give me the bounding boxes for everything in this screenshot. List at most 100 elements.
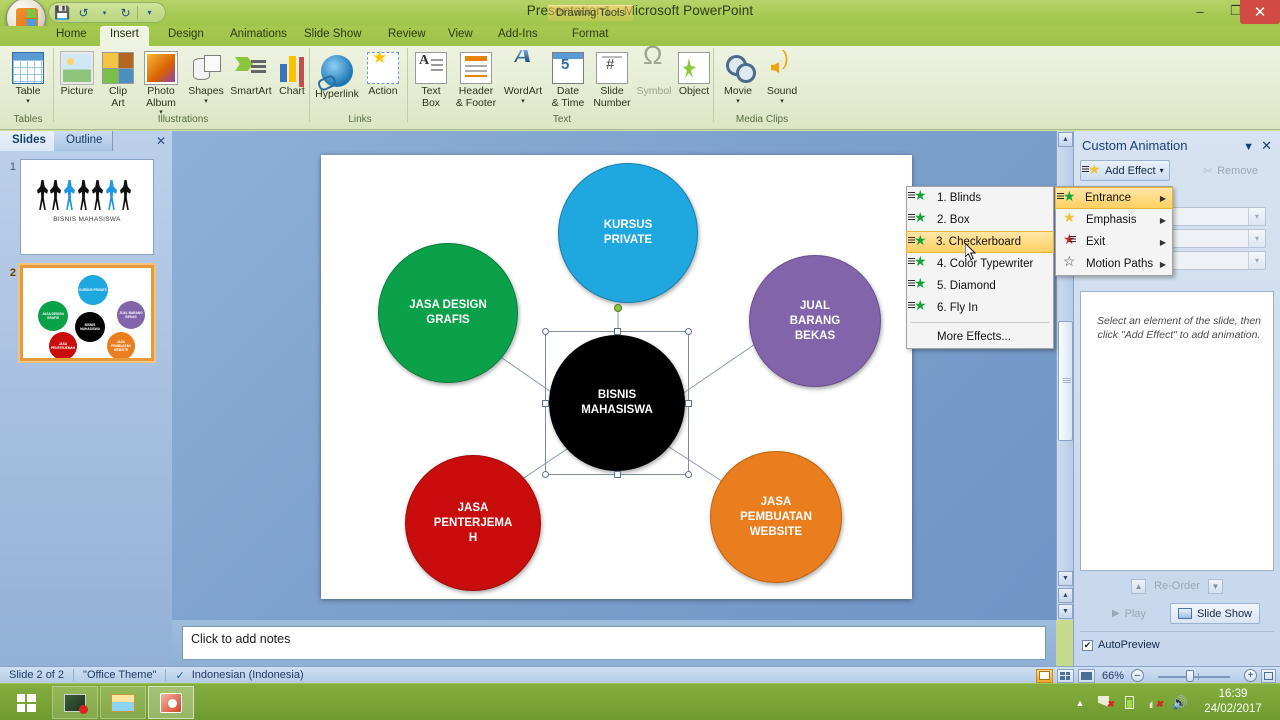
next-slide-icon[interactable]: ▼ — [1058, 604, 1073, 619]
effect-item-diamond[interactable]: 5. Diamond — [907, 275, 1053, 297]
volume-muted-icon[interactable]: ✖ — [1147, 695, 1163, 710]
slide-show-button[interactable]: Slide Show — [1170, 603, 1260, 624]
object-button[interactable]: Object — [674, 48, 714, 98]
resize-handle-w[interactable] — [542, 400, 549, 407]
slide-number-button[interactable]: Slide Number — [590, 48, 634, 109]
resize-handle-e[interactable] — [685, 400, 692, 407]
add-effect-button[interactable]: Add Effect ▾ — [1080, 160, 1170, 181]
close-button[interactable]: ✕ — [1240, 0, 1280, 24]
slide-sorter-view-button[interactable] — [1056, 668, 1074, 683]
play-button[interactable]: ▶ Play — [1096, 603, 1162, 624]
animation-property-combo[interactable]: ▾ — [1162, 229, 1266, 248]
node-jual-barang-bekas[interactable]: JUAL BARANG BEKAS — [749, 255, 881, 387]
resize-handle-n[interactable] — [614, 328, 621, 335]
movie-button[interactable]: Movie ▾ — [716, 48, 760, 105]
wordart-button[interactable]: WordArt ▾ — [500, 48, 546, 105]
minimize-button[interactable]: – — [1182, 0, 1218, 22]
picture-button[interactable]: Picture — [56, 48, 98, 98]
zoom-knob[interactable] — [1186, 669, 1194, 682]
shapes-button[interactable]: Shapes ▾ — [184, 48, 228, 105]
slide-thumb-image-2[interactable]: KURSUS PRIVATE JASA DESIGN GRAFIS JUAL B… — [20, 265, 154, 361]
movie-dropdown-icon[interactable]: ▾ — [736, 98, 740, 105]
animation-list[interactable]: Select an element of the slide, then cli… — [1080, 291, 1274, 571]
zoom-slider[interactable] — [1148, 669, 1240, 683]
clip-art-button[interactable]: Clip Art — [98, 48, 138, 109]
slide-thumb-image-1[interactable]: BISNIS MAHASISWA — [20, 159, 154, 255]
show-hidden-icon[interactable]: ▲ — [1072, 695, 1088, 710]
pane-dropdown-icon[interactable]: ▼ — [1243, 141, 1254, 153]
start-button[interactable] — [4, 687, 48, 718]
action-button[interactable]: Action — [362, 48, 404, 98]
wordart-dropdown-icon[interactable]: ▾ — [521, 98, 525, 105]
resize-handle-se[interactable] — [685, 471, 692, 478]
photo-album-button[interactable]: Photo Album ▾ — [138, 48, 184, 116]
node-jasa-penterjemah[interactable]: JASA PENTERJEMA H — [405, 455, 541, 591]
effect-item-fly-in[interactable]: 6. Fly In — [907, 297, 1053, 319]
taskbar-file-explorer[interactable] — [100, 686, 146, 719]
table-dropdown-icon[interactable]: ▾ — [26, 98, 30, 105]
taskbar-screen-recorder[interactable] — [52, 686, 98, 719]
sound-button[interactable]: Sound ▾ — [760, 48, 804, 105]
chevron-down-icon[interactable]: ▾ — [1248, 252, 1265, 269]
language-status[interactable]: ✓ Indonesian (Indonesia) — [166, 669, 312, 682]
previous-slide-icon[interactable]: ▲ — [1058, 588, 1073, 603]
hyperlink-button[interactable]: Hyperlink — [312, 48, 362, 101]
tab-slides[interactable]: Slides — [0, 131, 57, 151]
header-footer-button[interactable]: Header & Footer — [452, 48, 500, 109]
effect-item-checkerboard[interactable]: 3. Checkerboard — [906, 231, 1054, 253]
date-time-button[interactable]: Date & Time — [546, 48, 590, 109]
sound-dropdown-icon[interactable]: ▾ — [780, 98, 784, 105]
rotate-handle[interactable] — [614, 304, 622, 312]
pane-close-icon[interactable]: ✕ — [1261, 138, 1272, 154]
tab-insert[interactable]: Insert — [100, 26, 149, 46]
fit-to-window-icon[interactable] — [1261, 668, 1276, 683]
animation-start-combo[interactable]: ▾ — [1162, 207, 1266, 226]
node-jasa-pembuatan-website[interactable]: JASA PEMBUATAN WEBSITE — [710, 451, 842, 583]
shapes-dropdown-icon[interactable]: ▾ — [204, 98, 208, 105]
node-jasa-design-grafis[interactable]: JASA DESIGN GRAFIS — [378, 243, 518, 383]
close-pane-icon[interactable]: ✕ — [156, 134, 166, 148]
resize-handle-s[interactable] — [614, 471, 621, 478]
effect-item-color-typewriter[interactable]: 4. Color Typewriter — [907, 253, 1053, 275]
chevron-down-icon[interactable]: ▾ — [1248, 230, 1265, 247]
tab-design[interactable]: Design — [158, 26, 214, 46]
slide-show-view-button[interactable] — [1077, 668, 1095, 683]
chevron-down-icon[interactable]: ▾ — [1248, 208, 1265, 225]
speaker-icon[interactable]: 🔊 — [1172, 695, 1188, 710]
autopreview-check-icon[interactable]: ✔ — [1082, 639, 1093, 651]
scroll-up-icon[interactable]: ▲ — [1058, 132, 1073, 147]
slide-thumbnail-2[interactable]: 2 KURSUS PRIVATE JASA DESIGN GRAFIS JUAL… — [0, 265, 172, 361]
menu-item-entrance[interactable]: Entrance ▶ — [1055, 187, 1173, 209]
tab-view[interactable]: View — [438, 26, 483, 46]
reorder-up-icon[interactable]: ▲ — [1131, 578, 1147, 594]
tab-review[interactable]: Review — [378, 26, 436, 46]
menu-item-emphasis[interactable]: Emphasis ▶ — [1056, 209, 1172, 231]
symbol-button[interactable]: Symbol — [634, 48, 674, 98]
add-effect-dropdown-icon[interactable]: ▾ — [1160, 166, 1164, 175]
remove-effect-button[interactable]: ✂ Remove — [1198, 160, 1263, 181]
notes-input[interactable]: Click to add notes — [182, 626, 1046, 660]
autopreview-checkbox[interactable]: ✔ AutoPreview — [1082, 639, 1160, 651]
zoom-in-button[interactable]: + — [1244, 669, 1257, 682]
taskbar-clock[interactable]: 16:39 24/02/2017 — [1194, 687, 1272, 717]
effect-item-box[interactable]: 2. Box — [907, 209, 1053, 231]
effect-item-blinds[interactable]: 1. Blinds — [907, 187, 1053, 209]
tab-home[interactable]: Home — [46, 26, 97, 46]
scrollbar-thumb[interactable] — [1058, 321, 1073, 441]
battery-icon[interactable] — [1122, 695, 1138, 710]
smartart-button[interactable]: SmartArt — [228, 48, 274, 98]
scroll-down-icon[interactable]: ▼ — [1058, 571, 1073, 586]
menu-item-motion-paths[interactable]: Motion Paths ▶ — [1056, 253, 1172, 275]
table-button[interactable]: Table ▾ — [2, 48, 54, 105]
tab-outline[interactable]: Outline — [54, 131, 114, 151]
animation-speed-combo[interactable]: ▾ — [1162, 251, 1266, 270]
resize-handle-ne[interactable] — [685, 328, 692, 335]
resize-handle-nw[interactable] — [542, 328, 549, 335]
tab-slide-show[interactable]: Slide Show — [294, 26, 372, 46]
menu-item-exit[interactable]: Exit ▶ — [1056, 231, 1172, 253]
tab-animations[interactable]: Animations — [220, 26, 297, 46]
normal-view-button[interactable] — [1035, 668, 1053, 683]
text-box-button[interactable]: Text Box — [410, 48, 452, 109]
network-icon[interactable]: ✖ — [1097, 695, 1114, 710]
node-kursus-private[interactable]: KURSUS PRIVATE — [558, 163, 698, 303]
